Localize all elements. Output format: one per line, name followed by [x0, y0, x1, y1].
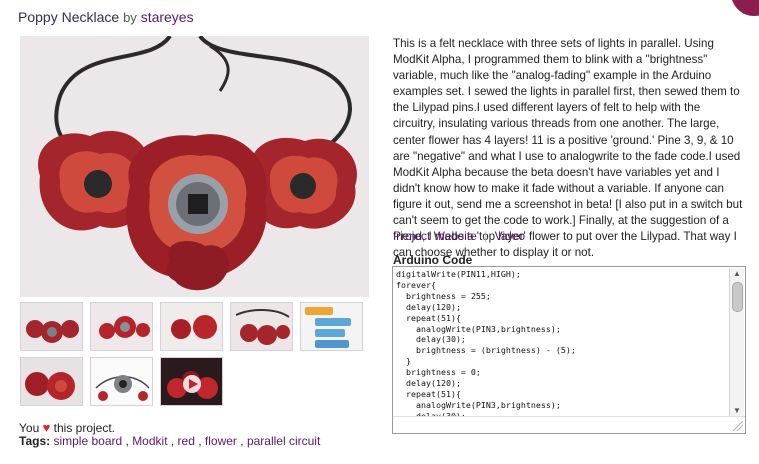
scrollbar-thumb[interactable]: [732, 282, 743, 312]
thumbnail-4[interactable]: [230, 302, 293, 351]
thumbnail-7[interactable]: [90, 357, 153, 406]
tags-label: Tags:: [19, 434, 51, 448]
code-footer: [393, 416, 745, 433]
love-status: You ♥ this project.: [19, 420, 115, 435]
by-label: by: [123, 10, 137, 25]
thumbnail-2[interactable]: [90, 302, 153, 351]
tag-link[interactable]: flower: [205, 434, 237, 448]
vertical-scrollbar[interactable]: ▲ ▼: [729, 268, 744, 417]
thumbnail-image: [91, 303, 152, 350]
thumbnail-3[interactable]: [160, 302, 223, 351]
project-header: Poppy Necklace by stareyes: [18, 9, 194, 25]
project-links: Project Website | Video: [393, 229, 525, 243]
arrow-up-icon[interactable]: ▲: [732, 269, 742, 279]
main-project-photo[interactable]: [20, 36, 369, 297]
code-heading: Arduino Code: [393, 253, 473, 267]
thumbnail-image: [231, 303, 292, 350]
author-link[interactable]: stareyes: [141, 9, 194, 25]
video-link[interactable]: Video: [495, 229, 525, 243]
thumbnail-image: [21, 303, 82, 350]
tag-link[interactable]: simple board: [53, 434, 122, 448]
code-textarea[interactable]: digitalWrite(PIN11,HIGH); forever{ brigh…: [392, 266, 746, 434]
project-description: This is a felt necklace with three sets …: [393, 37, 743, 260]
love-prefix: You: [19, 421, 40, 435]
thumbnail-image: [161, 358, 222, 405]
link-separator: |: [484, 229, 488, 243]
thumbnail-image: [91, 358, 152, 405]
heart-icon[interactable]: ♥: [43, 420, 51, 435]
thumbnail-video[interactable]: [160, 357, 223, 406]
tag-link[interactable]: parallel circuit: [247, 434, 320, 448]
thumbnail-image: [301, 303, 362, 350]
thumbnail-5[interactable]: [300, 302, 363, 351]
project-website-link[interactable]: Project Website: [393, 229, 477, 243]
thumbnail-6[interactable]: [20, 357, 83, 406]
resize-grip-icon[interactable]: [733, 421, 743, 431]
tag-link[interactable]: red: [178, 434, 195, 448]
love-suffix: this project.: [53, 421, 116, 435]
necklace-photo: [20, 36, 369, 297]
thumbnail-image: [21, 358, 82, 405]
corner-badge: [731, 0, 759, 16]
tag-link[interactable]: Modkit: [132, 434, 167, 448]
thumbnail-1[interactable]: [20, 302, 83, 351]
code-content[interactable]: digitalWrite(PIN11,HIGH); forever{ brigh…: [396, 269, 726, 417]
arrow-down-icon[interactable]: ▼: [732, 406, 742, 416]
thumbnail-image: [161, 303, 222, 350]
page-title: Poppy Necklace: [18, 9, 120, 25]
tags-list: Tags: simple board , Modkit , red , flow…: [19, 434, 321, 448]
